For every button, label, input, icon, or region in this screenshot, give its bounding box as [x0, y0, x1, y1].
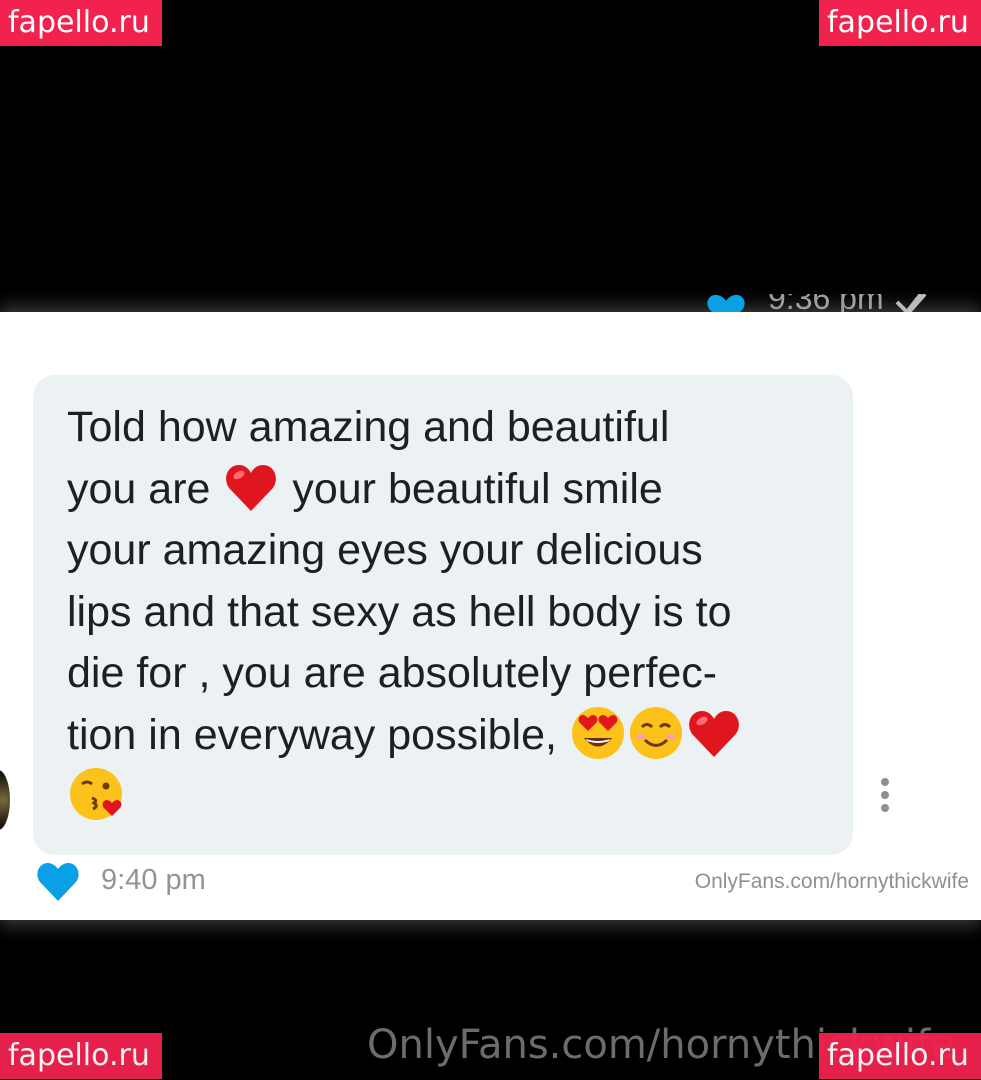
source-link[interactable]: OnlyFans.com/hornythickwife: [695, 870, 969, 894]
dot-icon: [881, 804, 889, 812]
smiling-face-icon: [629, 706, 682, 759]
message-line: Told how amazing and beautiful: [67, 403, 670, 451]
kissing-face-icon: [70, 768, 122, 820]
heart-icon[interactable]: [706, 294, 746, 312]
previous-message-time: 9:36 pm: [768, 294, 884, 312]
message-line: die for , you are absolutely perfec-: [67, 649, 718, 697]
message-line: [67, 766, 823, 828]
message-line: you are your beautiful smile: [67, 459, 823, 521]
message-bubble[interactable]: Told how amazing and beautiful you are y…: [33, 375, 853, 855]
message-line: your amazing eyes your delicious: [67, 526, 703, 574]
watermark-top-left: fapello.ru: [0, 0, 162, 46]
more-options-button[interactable]: [876, 778, 894, 818]
dot-icon: [881, 778, 889, 786]
heart-eyes-icon: [571, 706, 624, 759]
read-check-icon: [895, 294, 927, 312]
message-time: 9:40 pm: [101, 864, 206, 896]
previous-message-meta: 9:36 pm: [0, 294, 981, 312]
page: fapello.ru fapello.ru 9:36 pm Told how a…: [0, 0, 981, 1080]
watermark-bottom-right: fapello.ru: [819, 1033, 981, 1079]
chat-screenshot: 9:36 pm Told how amazing and beautiful y…: [0, 294, 981, 920]
watermark-top-right: fapello.ru: [819, 0, 981, 46]
message-line: lips and that sexy as hell body is to: [67, 587, 732, 636]
red-heart-icon: [689, 710, 739, 757]
watermark-bottom-left: fapello.ru: [0, 1033, 162, 1079]
avatar[interactable]: [0, 770, 10, 830]
red-heart-icon: [226, 464, 277, 511]
message-line: tion in everyway possible,: [67, 705, 823, 767]
dot-icon: [881, 791, 889, 799]
like-heart-icon[interactable]: [36, 862, 80, 902]
